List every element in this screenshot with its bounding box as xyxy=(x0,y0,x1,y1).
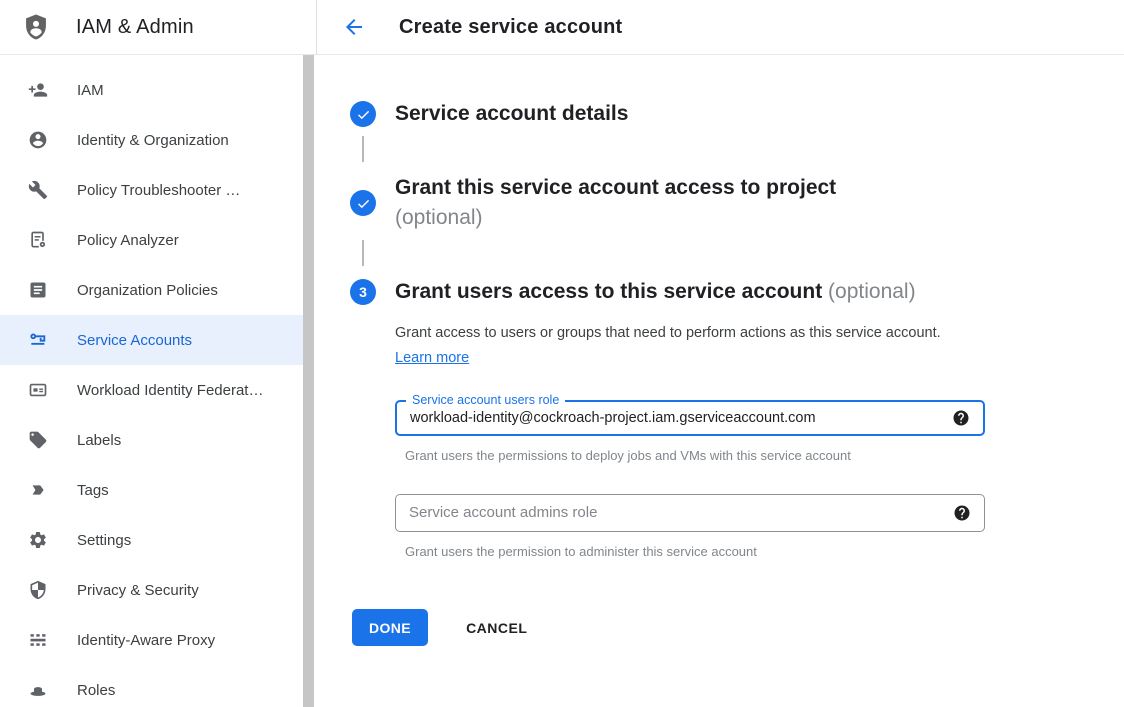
step-1-completed-badge xyxy=(350,101,376,127)
sidebar-item-workload-identity-federation[interactable]: Workload Identity Federat… xyxy=(0,365,303,415)
users-role-field-label: Service account users role xyxy=(406,393,565,407)
help-icon[interactable] xyxy=(953,504,971,522)
card-icon xyxy=(28,380,48,400)
topbar: Create service account xyxy=(316,0,1124,55)
check-icon xyxy=(356,196,371,211)
service-account-key-icon xyxy=(28,330,48,350)
sidebar-item-policy-troubleshooter[interactable]: Policy Troubleshooter … xyxy=(0,165,303,215)
shield-icon xyxy=(28,580,48,600)
step-2-completed-badge xyxy=(350,190,376,216)
sidebar-header: IAM & Admin xyxy=(0,0,316,55)
admins-role-field xyxy=(395,494,985,532)
stepper-connector xyxy=(362,240,364,266)
iam-admin-shield-icon xyxy=(22,13,50,41)
admins-role-helper-text: Grant users the permission to administer… xyxy=(405,544,1124,559)
label-tag-icon xyxy=(28,430,48,450)
sidebar-item-policy-analyzer[interactable]: Policy Analyzer xyxy=(0,215,303,265)
account-circle-icon xyxy=(28,130,48,150)
sidebar-item-roles[interactable]: Roles xyxy=(0,665,303,707)
hat-icon xyxy=(28,680,48,700)
step-number: 3 xyxy=(359,284,367,300)
users-role-field: Service account users role xyxy=(395,400,985,436)
app-title: IAM & Admin xyxy=(76,16,194,39)
document-gear-icon xyxy=(28,230,48,250)
sidebar-item-label: Policy Troubleshooter … xyxy=(77,182,240,199)
sidebar-item-label: Tags xyxy=(77,482,109,499)
optional-tag: (optional) xyxy=(828,280,916,303)
step-service-account-details: Service account details xyxy=(350,99,1124,129)
person-add-icon xyxy=(28,80,48,100)
sidebar-item-label: Service Accounts xyxy=(77,332,192,349)
step-description: Grant access to users or groups that nee… xyxy=(395,321,967,371)
sidebar-item-label: Privacy & Security xyxy=(77,582,199,599)
sidebar-item-label: Roles xyxy=(77,682,115,699)
check-icon xyxy=(356,107,371,122)
tag-arrow-icon xyxy=(28,480,48,500)
step-grant-access-to-project: Grant this service account access to pro… xyxy=(350,173,1124,233)
sidebar-item-label: Labels xyxy=(77,432,121,449)
sidebar-item-iam[interactable]: IAM xyxy=(0,65,303,115)
optional-tag: (optional) xyxy=(395,203,836,233)
users-role-helper-text: Grant users the permissions to deploy jo… xyxy=(405,448,1124,463)
sidebar-item-privacy-security[interactable]: Privacy & Security xyxy=(0,565,303,615)
sidebar-item-tags[interactable]: Tags xyxy=(0,465,303,515)
help-icon[interactable] xyxy=(952,409,970,427)
sidebar-item-label: Settings xyxy=(77,532,131,549)
action-buttons: DONE CANCEL xyxy=(352,609,1124,646)
step-3-number-badge: 3 xyxy=(350,279,376,305)
sidebar-item-organization-policies[interactable]: Organization Policies xyxy=(0,265,303,315)
sidebar: IAM & Admin IAM Identity & Organization … xyxy=(0,0,316,707)
step-title: Service account details xyxy=(395,99,628,129)
sidebar-item-identity-aware-proxy[interactable]: Identity-Aware Proxy xyxy=(0,615,303,665)
done-button[interactable]: DONE xyxy=(352,609,428,646)
step-title: Grant users access to this service accou… xyxy=(395,277,916,307)
gear-icon xyxy=(28,530,48,550)
article-icon xyxy=(28,280,48,300)
sidebar-item-settings[interactable]: Settings xyxy=(0,515,303,565)
stepper-content: Service account details Grant this servi… xyxy=(316,55,1124,646)
stepper-connector xyxy=(362,136,364,162)
sidebar-item-labels[interactable]: Labels xyxy=(0,415,303,465)
sidebar-item-label: IAM xyxy=(77,82,104,99)
wrench-icon xyxy=(28,180,48,200)
page-title: Create service account xyxy=(399,16,622,39)
step-3-body: Grant access to users or groups that nee… xyxy=(395,321,1124,559)
sidebar-scrollbar[interactable] xyxy=(303,55,314,707)
sidebar-item-label: Organization Policies xyxy=(77,282,218,299)
back-arrow-icon[interactable] xyxy=(342,15,366,39)
main-panel: Create service account Service account d… xyxy=(316,0,1124,707)
sidebar-item-identity-organization[interactable]: Identity & Organization xyxy=(0,115,303,165)
sidebar-item-label: Policy Analyzer xyxy=(77,232,179,249)
cancel-button[interactable]: CANCEL xyxy=(456,612,537,644)
proxy-grid-icon xyxy=(28,630,48,650)
step-title: Grant this service account access to pro… xyxy=(395,173,836,233)
sidebar-nav: IAM Identity & Organization Policy Troub… xyxy=(0,55,303,707)
sidebar-item-label: Identity & Organization xyxy=(77,132,229,149)
step-grant-users-access: 3 Grant users access to this service acc… xyxy=(350,277,1124,307)
sidebar-item-label: Identity-Aware Proxy xyxy=(77,632,215,649)
app-window: IAM & Admin IAM Identity & Organization … xyxy=(0,0,1124,707)
sidebar-item-service-accounts[interactable]: Service Accounts xyxy=(0,315,303,365)
sidebar-item-label: Workload Identity Federat… xyxy=(77,382,263,399)
learn-more-link[interactable]: Learn more xyxy=(395,350,469,366)
admins-role-input[interactable] xyxy=(396,495,984,531)
